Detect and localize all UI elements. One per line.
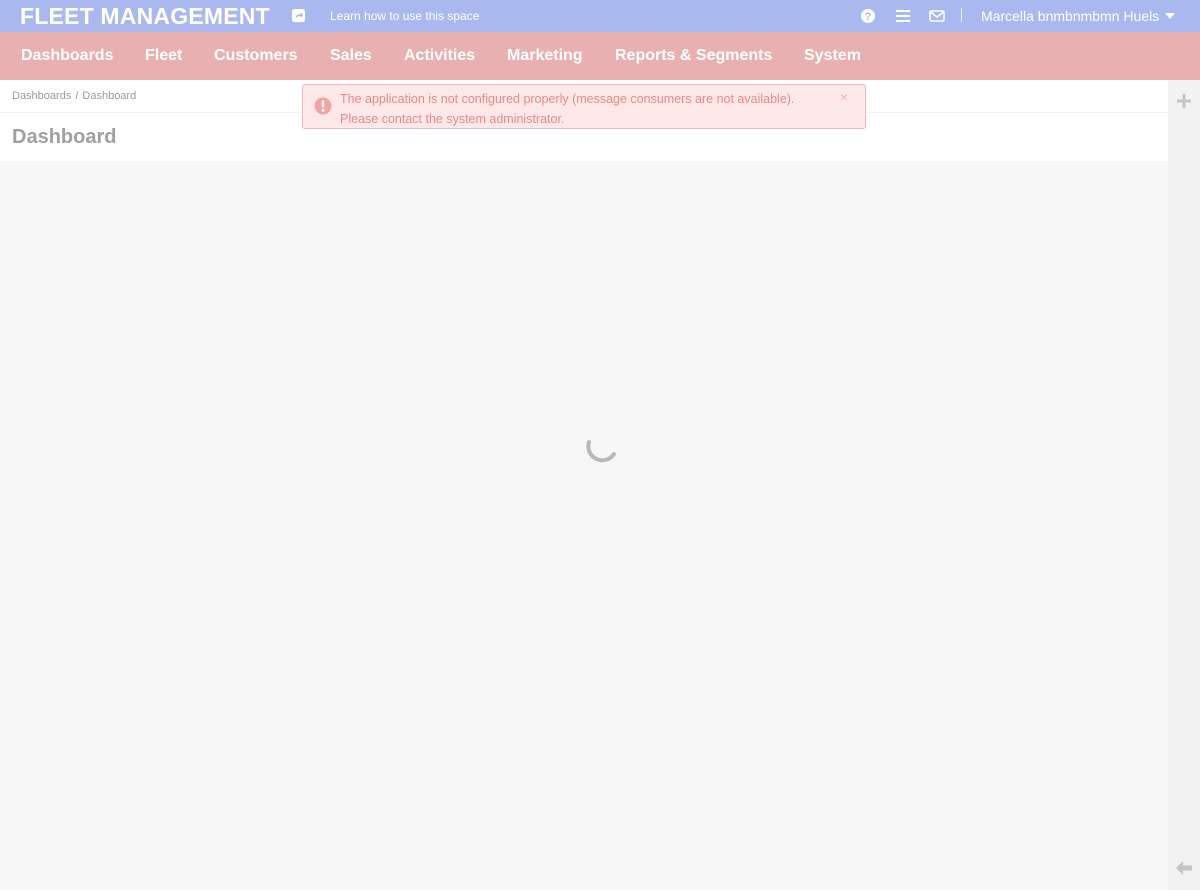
help-icon[interactable]: ? (860, 8, 876, 24)
breadcrumb-item-dashboard: Dashboard (82, 90, 137, 102)
nav-item-system[interactable]: System (804, 47, 861, 65)
plus-icon[interactable] (1177, 94, 1191, 108)
main-nav: Dashboards Fleet Customers Sales Activit… (0, 32, 1200, 80)
top-bar: FLEET MANAGEMENT Learn how to use this s… (0, 0, 1200, 32)
svg-text:?: ? (865, 11, 872, 23)
alert-message: The application is not configured proper… (340, 89, 830, 129)
nav-item-reports-segments[interactable]: Reports & Segments (615, 47, 772, 65)
user-name: Marcella bnmbnmbmn Huels (981, 8, 1160, 24)
right-sidebar (1168, 80, 1200, 890)
alert-message-line1: The application is not configured proper… (340, 92, 795, 106)
nav-item-activities[interactable]: Activities (404, 47, 475, 65)
arrow-left-icon[interactable] (1176, 861, 1192, 875)
brand-logo[interactable]: FLEET MANAGEMENT (20, 3, 270, 29)
page-title: Dashboard (12, 126, 117, 148)
caret-down-icon (1165, 13, 1176, 19)
share-icon[interactable] (291, 8, 306, 23)
alert-message-line2: Please contact the system administrator. (340, 112, 565, 126)
loading-spinner-icon (586, 440, 616, 463)
learn-link[interactable]: Learn how to use this space (330, 9, 479, 23)
nav-item-fleet[interactable]: Fleet (145, 47, 182, 65)
breadcrumb-separator: / (75, 90, 79, 102)
menu-icon[interactable] (895, 8, 911, 24)
nav-item-customers[interactable]: Customers (214, 47, 298, 65)
exclamation-icon (314, 97, 332, 115)
breadcrumb: Dashboards / Dashboard (12, 90, 136, 102)
breadcrumb-item-dashboards[interactable]: Dashboards (12, 90, 71, 102)
alert-close-button[interactable]: × (840, 89, 848, 105)
envelope-icon[interactable] (929, 8, 945, 24)
nav-item-sales[interactable]: Sales (330, 47, 372, 65)
nav-item-dashboards[interactable]: Dashboards (21, 47, 113, 65)
top-separator (961, 8, 962, 22)
error-alert: The application is not configured proper… (302, 84, 866, 129)
user-menu[interactable]: Marcella bnmbnmbmn Huels (981, 8, 1176, 24)
nav-item-marketing[interactable]: Marketing (507, 47, 583, 65)
